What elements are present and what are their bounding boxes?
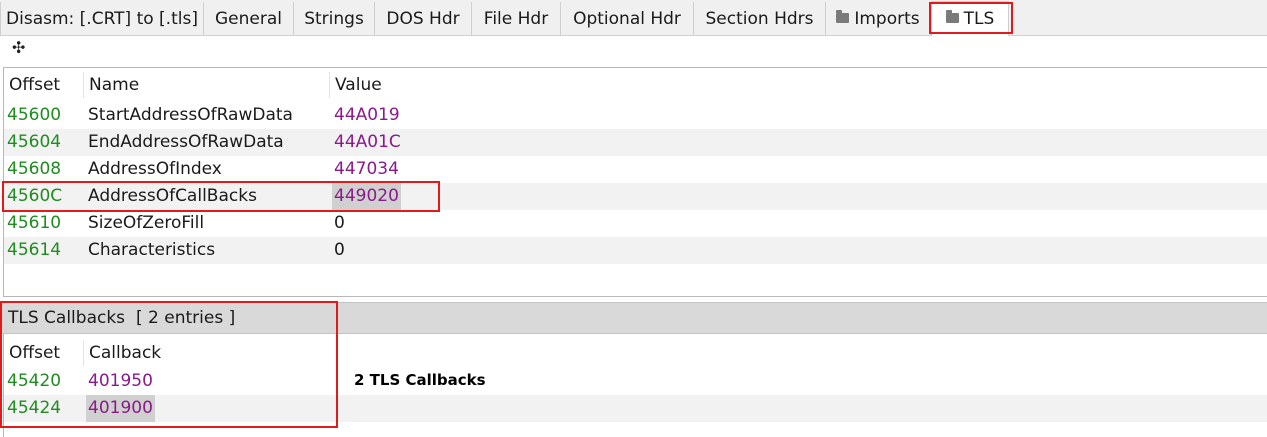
tab-file-hdr-label: File Hdr	[483, 8, 549, 29]
tab-disasm[interactable]: Disasm: [.CRT] to [.tls]	[0, 2, 204, 35]
tab-disasm-label: Disasm: [.CRT] to [.tls]	[6, 8, 198, 29]
tab-bar: Disasm: [.CRT] to [.tls] General Strings…	[0, 0, 1267, 36]
tab-strings[interactable]: Strings	[294, 2, 375, 35]
toolbar: ✣	[0, 36, 1267, 66]
table-row[interactable]: 45600 StartAddressOfRawData 44A019	[4, 102, 1267, 129]
offset-cell: 45614	[7, 240, 62, 260]
offset-cell: 45600	[7, 105, 62, 125]
name-cell: AddressOfIndex	[88, 159, 222, 179]
table-row[interactable]: 45610 SizeOfZeroFill 0	[4, 210, 1267, 237]
table-row[interactable]: 45604 EndAddressOfRawData 44A01C	[4, 129, 1267, 156]
value-cell: 0	[334, 213, 345, 233]
column-header-name[interactable]: Name	[84, 68, 329, 102]
table-header: Offset Name Value	[4, 68, 1267, 102]
annotation-label: 2 TLS Callbacks	[354, 371, 486, 389]
name-cell: StartAddressOfRawData	[88, 105, 293, 125]
table-row[interactable]: 45614 Characteristics 0	[4, 237, 1267, 264]
tab-dos-hdr[interactable]: DOS Hdr	[375, 2, 472, 35]
offset-cell: 45610	[7, 213, 62, 233]
offset-cell: 45608	[7, 159, 62, 179]
value-cell: 0	[334, 240, 345, 260]
tab-optional-hdr-label: Optional Hdr	[573, 8, 681, 29]
value-cell: 44A01C	[334, 132, 401, 152]
tab-section-hdrs-label: Section Hdrs	[705, 8, 814, 29]
folder-icon	[836, 9, 850, 23]
highlight-box-callbacks-section	[0, 301, 338, 428]
tab-section-hdrs[interactable]: Section Hdrs	[694, 2, 826, 35]
tab-imports[interactable]: Imports	[826, 2, 931, 35]
offset-cell: 45604	[7, 132, 62, 152]
highlight-box-callbacks-row	[2, 181, 440, 212]
tab-general-label: General	[215, 8, 282, 29]
table-row[interactable]: 45608 AddressOfIndex 447034	[4, 156, 1267, 183]
tab-file-hdr[interactable]: File Hdr	[472, 2, 561, 35]
tab-imports-label: Imports	[854, 8, 920, 29]
tab-dos-hdr-label: DOS Hdr	[386, 8, 460, 29]
column-header-offset[interactable]: Offset	[4, 68, 83, 102]
column-header-value[interactable]: Value	[330, 68, 530, 102]
name-cell: Characteristics	[88, 240, 216, 260]
name-cell: EndAddressOfRawData	[88, 132, 284, 152]
tab-strings-label: Strings	[304, 8, 364, 29]
move-icon[interactable]: ✣	[12, 38, 25, 57]
name-cell: SizeOfZeroFill	[88, 213, 205, 233]
highlight-box-tls-tab	[929, 2, 1013, 34]
tab-optional-hdr[interactable]: Optional Hdr	[561, 2, 694, 35]
value-cell: 447034	[334, 159, 399, 179]
value-cell: 44A019	[334, 105, 400, 125]
tab-general[interactable]: General	[204, 2, 294, 35]
